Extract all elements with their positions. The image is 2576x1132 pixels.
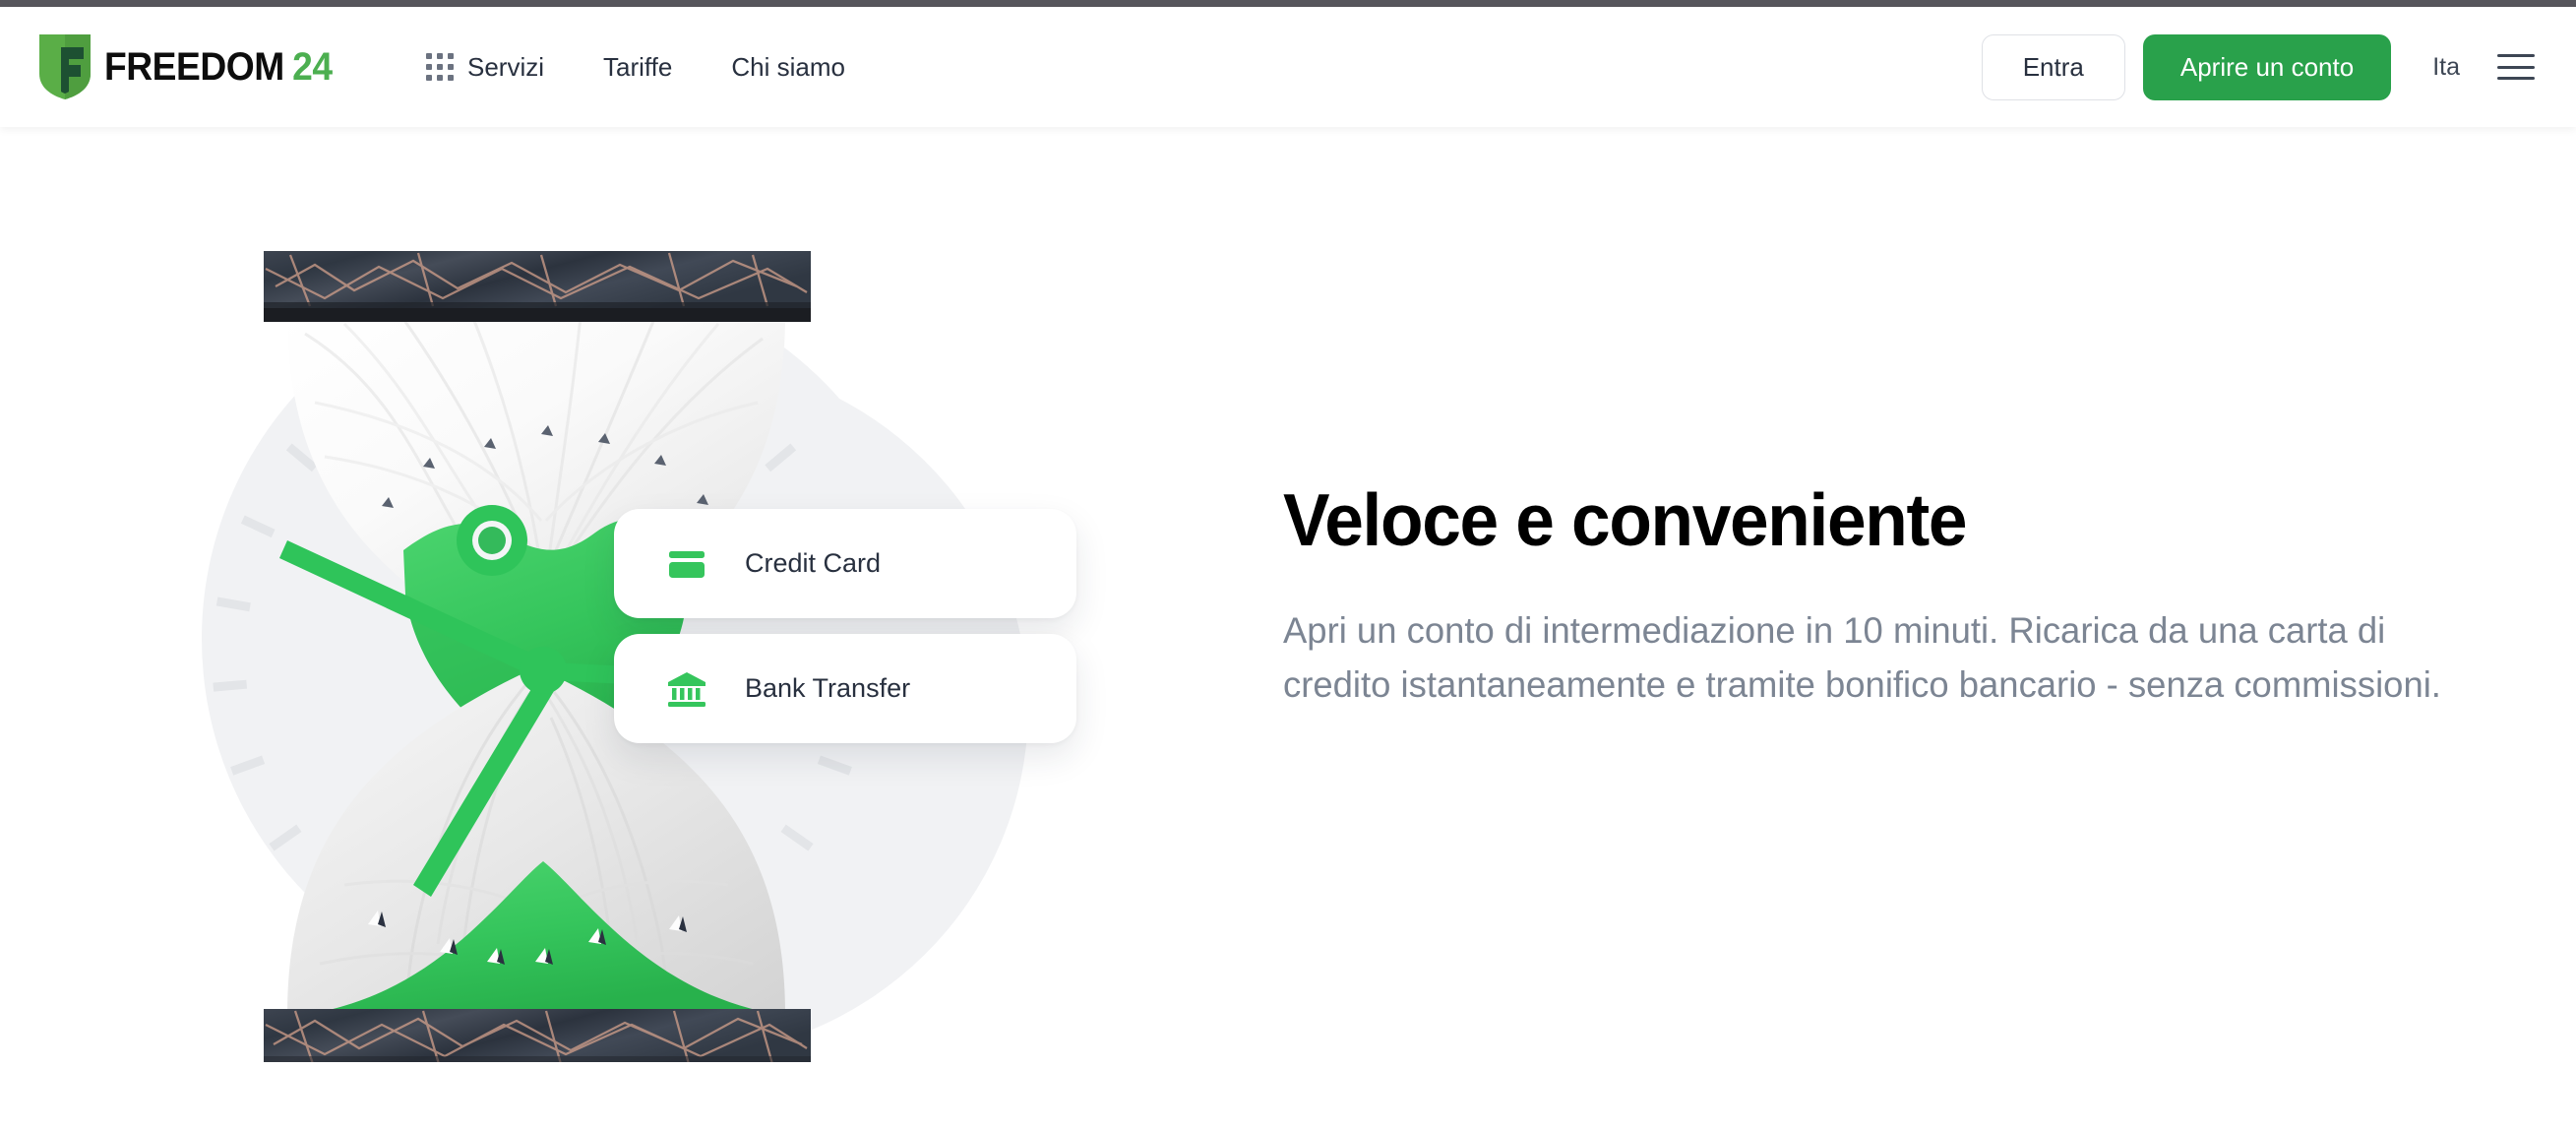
logo-suffix: 24 — [292, 45, 333, 89]
payment-method-credit-card[interactable]: Credit Card — [614, 509, 1076, 618]
hamburger-menu-icon[interactable] — [2497, 54, 2535, 80]
nav-item-chi-siamo[interactable]: Chi siamo — [702, 42, 875, 93]
hourglass-bottom-plate — [264, 1009, 811, 1062]
nav-label-servizi: Servizi — [467, 51, 545, 82]
nav-item-servizi[interactable]: Servizi — [397, 42, 574, 93]
language-selector[interactable]: Ita — [2432, 53, 2460, 82]
hero-copy: Veloce e conveniente Apri un conto di in… — [1283, 127, 2493, 712]
nav-label-chi-siamo: Chi siamo — [731, 51, 845, 82]
logo-name: FREEDOM — [104, 45, 284, 89]
credit-card-icon — [666, 543, 707, 585]
page-root: FREEDOM 24 Servizi Tariffe Chi siamo Ent… — [0, 0, 2576, 1132]
nav-item-tariffe[interactable]: Tariffe — [574, 42, 702, 93]
apps-grid-icon — [426, 53, 454, 81]
login-button[interactable]: Entra — [1981, 33, 2125, 100]
browser-top-strip — [0, 0, 2576, 7]
bank-building-icon — [666, 668, 707, 710]
main-nav: Servizi Tariffe Chi siamo — [397, 42, 875, 93]
freedom24-logo[interactable]: FREEDOM 24 — [39, 34, 349, 99]
hero-paragraph: Apri un conto di intermediazione in 10 m… — [1283, 609, 2441, 705]
payment-methods-list: Credit Card Bank Transfer — [614, 509, 1076, 743]
nav-label-tariffe: Tariffe — [603, 51, 673, 82]
payment-method-bank-transfer[interactable]: Bank Transfer — [614, 634, 1076, 743]
site-header: FREEDOM 24 Servizi Tariffe Chi siamo Ent… — [0, 7, 2576, 127]
header-left-group: FREEDOM 24 Servizi Tariffe Chi siamo — [0, 34, 875, 99]
freedom-shield-icon — [39, 34, 91, 99]
hourglass-top-plate — [264, 251, 811, 322]
hero-section: Credit Card Bank Transfer Veloce e conve… — [0, 127, 2576, 1132]
open-account-button[interactable]: Aprire un conto — [2142, 33, 2392, 100]
page-title: Veloce e conveniente — [1283, 478, 1967, 561]
payment-method-label: Credit Card — [745, 548, 882, 578]
header-right-group: Entra Aprire un conto Ita — [1981, 33, 2576, 100]
payment-method-label: Bank Transfer — [745, 673, 911, 703]
logo-wordmark: FREEDOM 24 — [104, 47, 333, 87]
